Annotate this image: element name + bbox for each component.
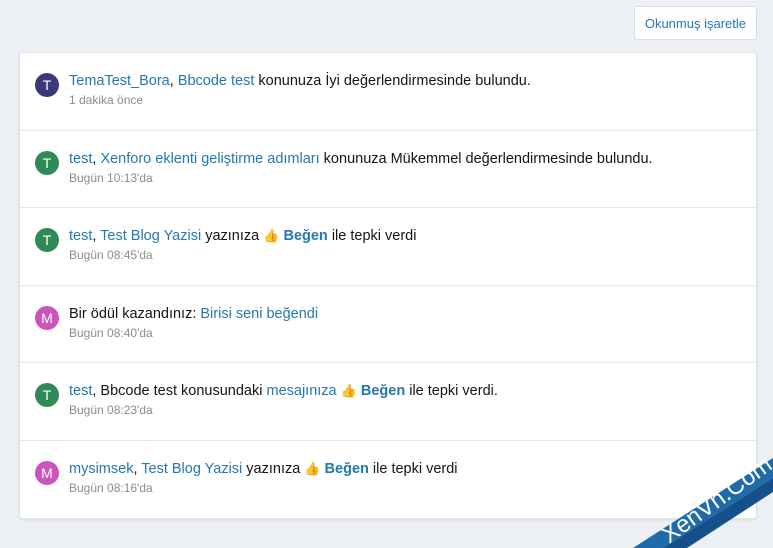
notification-content: TemaTest_Bora, Bbcode test konunuza İyi … — [69, 72, 746, 107]
timestamp: Bugün 08:23'da — [69, 403, 153, 417]
list-item[interactable]: T test, Test Blog Yazisi yazınıza 👍 Beğe… — [20, 208, 756, 286]
timestamp: Bugün 08:16'da — [69, 480, 153, 495]
notification-list: T TemaTest_Bora, Bbcode test konunuza İy… — [19, 52, 757, 519]
notification-content: test, Bbcode test konusundaki mesajınıza… — [69, 382, 746, 417]
timestamp: Bugün 08:45'da — [69, 248, 153, 262]
notification-text: test, Bbcode test konusundaki mesajınıza… — [69, 382, 746, 400]
thumbs-up-icon: 👍 — [304, 460, 321, 476]
content-link[interactable]: mesajınıza — [267, 383, 337, 399]
avatar[interactable]: T — [35, 228, 59, 252]
user-link[interactable]: test — [69, 228, 92, 244]
list-item[interactable]: M Bir ödül kazandınız: Birisi seni beğen… — [20, 286, 756, 363]
avatar[interactable]: M — [35, 305, 59, 330]
user-link[interactable]: mysimsek — [69, 461, 133, 477]
avatar[interactable]: T — [35, 383, 59, 407]
notification-message: konunuza İyi değerlendirmesinde bulundu. — [254, 73, 531, 89]
list-item[interactable]: T test, Bbcode test konusundaki mesajını… — [20, 363, 756, 441]
avatar[interactable]: T — [35, 150, 59, 175]
notification-message: yazınıza — [242, 460, 305, 477]
notification-text: test, Xenforo eklenti geliştirme adımlar… — [69, 150, 746, 168]
notification-message: yazınıza — [201, 228, 264, 244]
avatar[interactable]: T — [35, 73, 59, 97]
notification-message-end: ile tepki verdi — [368, 460, 458, 477]
timestamp: Bugün 10:13'da — [69, 170, 153, 185]
reaction-link[interactable]: Beğen — [283, 228, 327, 244]
notification-content: test, Test Blog Yazisi yazınıza 👍 Beğen … — [69, 227, 746, 262]
notification-content: Bir ödül kazandınız: Birisi seni beğendi… — [69, 305, 746, 340]
user-link[interactable]: TemaTest_Bora — [69, 73, 170, 89]
avatar[interactable]: M — [35, 460, 59, 485]
list-item[interactable]: M mysimsek, Test Blog Yazisi yazınıza 👍 … — [20, 441, 756, 519]
reaction-link[interactable]: Beğen — [325, 461, 369, 477]
user-link[interactable]: test — [69, 383, 92, 399]
content-link[interactable]: Birisi seni beğendi — [200, 306, 318, 322]
list-item[interactable]: T TemaTest_Bora, Bbcode test konunuza İy… — [20, 53, 756, 131]
separator: , — [92, 228, 101, 244]
mark-read-button[interactable]: Okunmuş işaretle — [633, 6, 757, 40]
notification-message: Bir ödül kazandınız: — [69, 305, 201, 322]
notification-content: mysimsek, Test Blog Yazisi yazınıza 👍 Be… — [69, 460, 746, 495]
notification-content: test, Xenforo eklenti geliştirme adımlar… — [69, 150, 746, 185]
content-link[interactable]: Test Blog Yazisi — [141, 461, 242, 477]
thumbs-up-icon: 👍 — [340, 383, 357, 398]
notification-text: TemaTest_Bora, Bbcode test konunuza İyi … — [69, 72, 746, 90]
notification-message-end: ile tepki verdi — [327, 228, 417, 244]
list-item[interactable]: T test, Xenforo eklenti geliştirme adıml… — [20, 131, 756, 208]
notification-message-end: ile tepki verdi. — [405, 383, 498, 399]
notification-text: mysimsek, Test Blog Yazisi yazınıza 👍 Be… — [69, 460, 746, 478]
notification-message: konunuza Mükemmel değerlendirmesinde bul… — [319, 150, 653, 167]
separator: , — [169, 73, 178, 89]
content-link[interactable]: Bbcode test — [178, 73, 255, 89]
notification-text: Bir ödül kazandınız: Birisi seni beğendi — [69, 305, 746, 323]
user-link[interactable]: test — [69, 151, 92, 167]
timestamp: 1 dakika önce — [69, 93, 144, 107]
thumbs-up-icon: 👍 — [263, 228, 280, 243]
notification-message: , Bbcode test konusundaki — [92, 383, 267, 399]
content-link[interactable]: Test Blog Yazisi — [100, 228, 201, 244]
reaction-link[interactable]: Beğen — [361, 383, 405, 399]
notification-text: test, Test Blog Yazisi yazınıza 👍 Beğen … — [69, 227, 746, 245]
timestamp: Bugün 08:40'da — [69, 325, 153, 340]
content-link[interactable]: Xenforo eklenti geliştirme adımları — [100, 151, 319, 167]
